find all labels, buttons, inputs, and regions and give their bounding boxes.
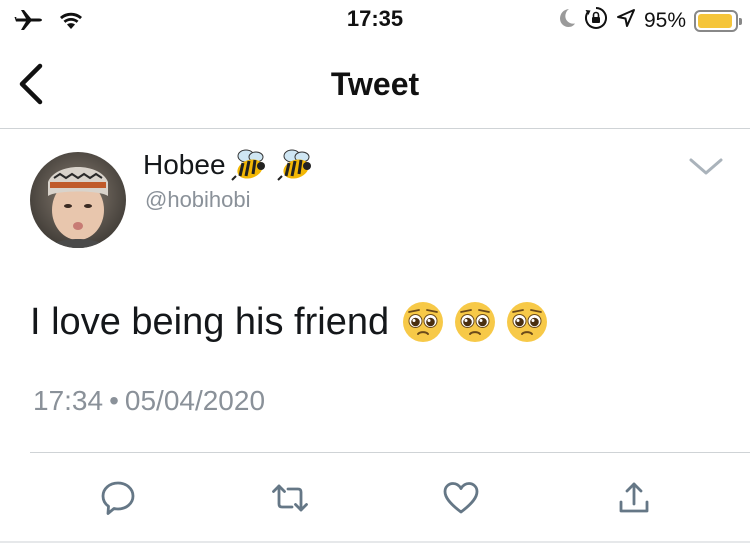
battery-nub [739, 17, 742, 25]
orientation-lock-icon [584, 6, 608, 35]
status-right-icons: 95% [558, 6, 742, 35]
tweet-text-body: I love being his friend [30, 300, 390, 343]
pleading-face-emoji-icon [403, 302, 444, 342]
like-button[interactable] [441, 478, 481, 518]
tweet-timestamp: 17:34 • 05/04/2020 [33, 385, 265, 417]
retweet-button[interactable] [270, 478, 310, 518]
battery-percent: 95% [643, 8, 686, 32]
share-button[interactable] [614, 478, 654, 518]
battery-icon [694, 9, 742, 32]
meta-separator: • [109, 385, 119, 416]
display-name: Hobee [143, 149, 226, 180]
tweet-emojis [401, 300, 549, 344]
bee-emoji-icon [230, 149, 265, 181]
reply-button[interactable] [98, 478, 138, 518]
heart-icon [443, 482, 479, 514]
pleading-face-emoji-icon [455, 302, 496, 342]
chevron-down-icon [689, 158, 723, 175]
display-name-row[interactable]: Hobee [143, 146, 314, 184]
tweet-text: I love being his friend [30, 300, 549, 344]
name-emojis [230, 146, 314, 184]
tweet-time: 17:34 [33, 385, 104, 416]
retweet-icon [272, 484, 308, 512]
user-handle[interactable]: @hobihobi [145, 187, 251, 213]
pleading-face-emoji-icon [507, 302, 548, 342]
location-arrow-icon [616, 8, 636, 33]
page-title: Tweet [330, 66, 420, 102]
avatar[interactable] [30, 152, 126, 248]
tweet-menu-button[interactable] [686, 154, 726, 180]
battery-fill [698, 13, 732, 28]
nav-bar: Tweet [0, 40, 750, 129]
reply-bubble-icon [101, 481, 135, 515]
tweet-date: 05/04/2020 [124, 385, 266, 416]
status-bar: 17:35 95% [0, 0, 750, 40]
do-not-disturb-moon-icon [558, 8, 576, 33]
bee-emoji-icon [276, 149, 311, 181]
share-icon [619, 482, 649, 513]
divider [30, 452, 750, 453]
